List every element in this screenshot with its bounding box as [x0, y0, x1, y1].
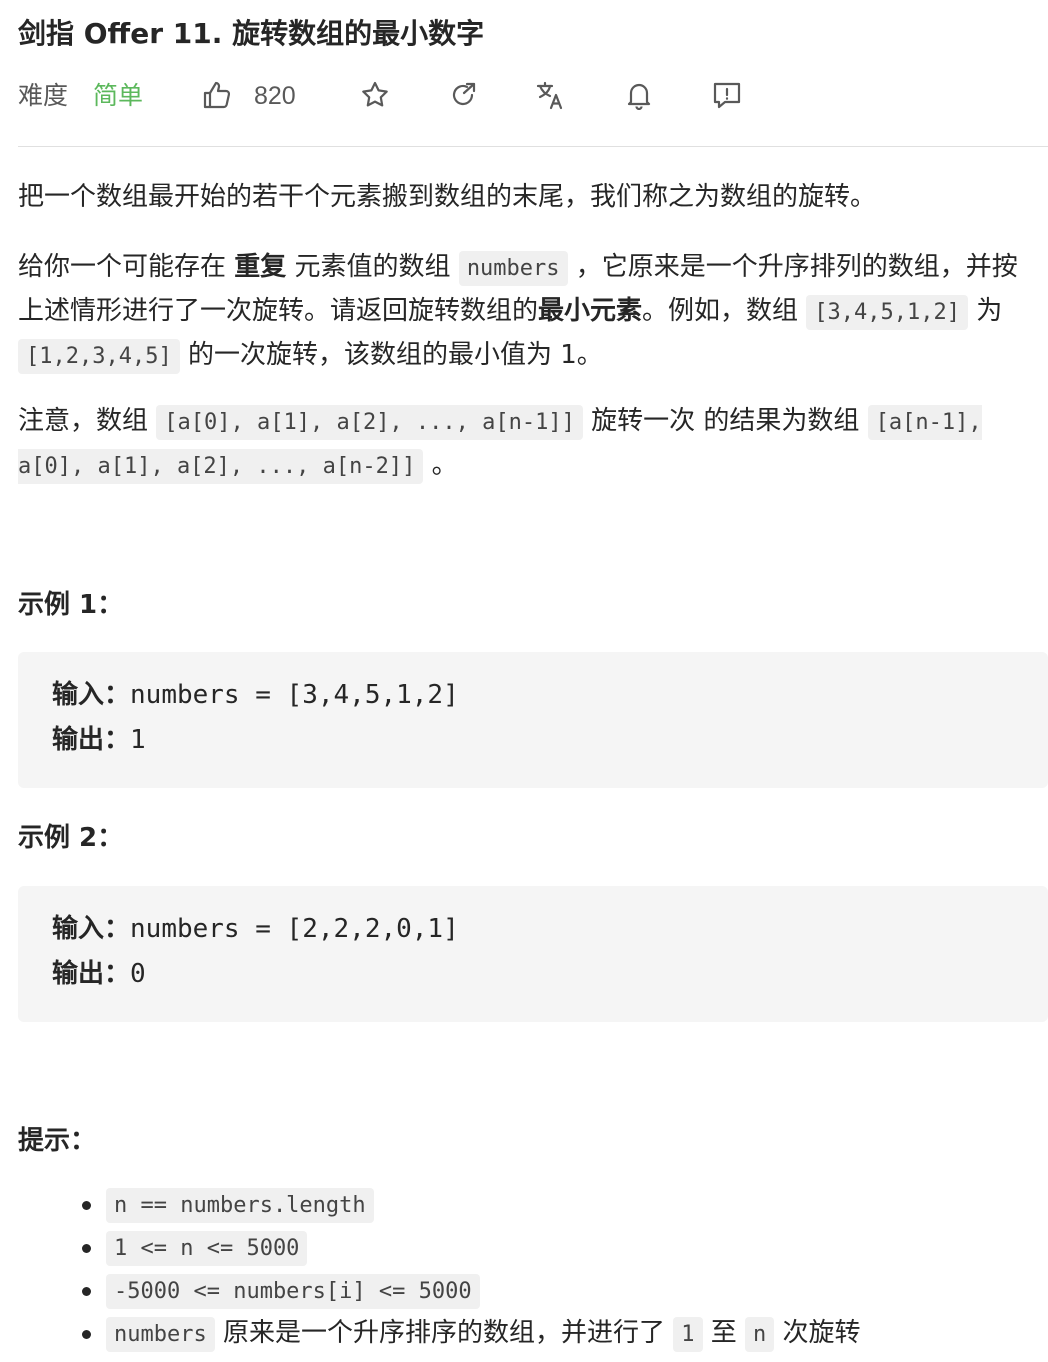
constraint-item: 1 <= n <= 5000: [82, 1226, 1046, 1269]
example-1-block: 输入：numbers = [3,4,5,1,2] 输出：1: [18, 652, 1048, 788]
difficulty-badge: 简单: [93, 81, 144, 110]
inline-code: [a[0], a[1], a[2], ..., a[n-1]]: [156, 405, 583, 440]
text: 至: [702, 1318, 746, 1348]
example-1-heading: 示例 1：: [18, 590, 124, 620]
description-paragraph-2: 给你一个可能存在 重复 元素值的数组 numbers ，它原来是一个升序排列的数…: [18, 246, 1028, 378]
difficulty-label: 难度: [18, 81, 69, 110]
output-value: 1: [130, 725, 146, 755]
text: 。例如，数组: [642, 296, 807, 326]
feedback-icon[interactable]: [712, 80, 742, 110]
inline-code: -5000 <= numbers[i] <= 5000: [106, 1274, 480, 1309]
text: 为: [968, 296, 1003, 326]
example-2-output: 输出：0: [52, 953, 146, 995]
inline-code: numbers: [106, 1317, 215, 1352]
text: 注意，数组: [18, 406, 157, 436]
example-1-output: 输出：1: [52, 719, 146, 761]
constraint-item: -5000 <= numbers[i] <= 5000: [82, 1269, 1046, 1312]
text: 旋转一次 的结果为数组: [582, 406, 868, 436]
inline-code: 1: [673, 1317, 703, 1352]
inline-code: n: [745, 1317, 775, 1352]
bold-text: 最小元素: [538, 296, 643, 326]
input-label: 输入：: [52, 914, 131, 944]
text: 次旋转: [774, 1318, 861, 1348]
inline-code: [3,4,5,1,2]: [806, 295, 968, 330]
problem-meta-bar: 难度 简单 820: [18, 74, 1048, 118]
inline-code: n == numbers.length: [106, 1188, 374, 1223]
example-2-block: 输入：numbers = [2,2,2,0,1] 输出：0: [18, 886, 1048, 1022]
output-label: 输出：: [52, 959, 131, 989]
input-value: numbers = [3,4,5,1,2]: [130, 680, 459, 710]
text: 。: [423, 450, 458, 480]
inline-code: [1,2,3,4,5]: [18, 339, 180, 374]
example-2-heading: 示例 2：: [18, 823, 124, 853]
like-count: 820: [254, 82, 296, 110]
problem-title: 剑指 Offer 11. 旋转数组的最小数字: [18, 17, 485, 50]
thumbs-up-icon[interactable]: [202, 80, 232, 110]
star-icon[interactable]: [360, 80, 390, 110]
description-paragraph-1: 把一个数组最开始的若干个元素搬到数组的末尾，我们称之为数组的旋转。: [18, 182, 877, 212]
bell-icon[interactable]: [624, 80, 654, 110]
constraint-item: numbers 原来是一个升序排序的数组，并进行了 1 至 n 次旋转: [82, 1312, 1046, 1355]
constraints-list: n == numbers.length 1 <= n <= 5000 -5000…: [18, 1183, 1046, 1355]
constraints-heading: 提示：: [18, 1126, 97, 1156]
bold-text: 重复: [234, 252, 287, 282]
example-2-input: 输入：numbers = [2,2,2,0,1]: [52, 908, 459, 950]
input-label: 输入：: [52, 680, 131, 710]
output-label: 输出：: [52, 725, 131, 755]
constraint-item: n == numbers.length: [82, 1183, 1046, 1226]
share-icon[interactable]: [448, 80, 478, 110]
inline-code: 1 <= n <= 5000: [106, 1231, 308, 1266]
translate-icon[interactable]: [536, 80, 566, 110]
description-paragraph-3: 注意，数组 [a[0], a[1], a[2], ..., a[n-1]] 旋转…: [18, 400, 1028, 488]
example-1-input: 输入：numbers = [3,4,5,1,2]: [52, 674, 459, 716]
problem-page: 剑指 Offer 11. 旋转数组的最小数字 难度 简单 820 把一个数组最开…: [0, 0, 1048, 1362]
inline-code: numbers: [458, 251, 568, 286]
text: 原来是一个升序排序的数组，并进行了: [214, 1318, 674, 1348]
text: 的一次旋转，该数组的最小值为 1。: [179, 340, 603, 370]
text: 给你一个可能存在: [18, 252, 235, 282]
output-value: 0: [130, 959, 146, 989]
input-value: numbers = [2,2,2,0,1]: [130, 914, 459, 944]
header-divider: [18, 146, 1048, 147]
text: 元素值的数组: [286, 252, 459, 282]
